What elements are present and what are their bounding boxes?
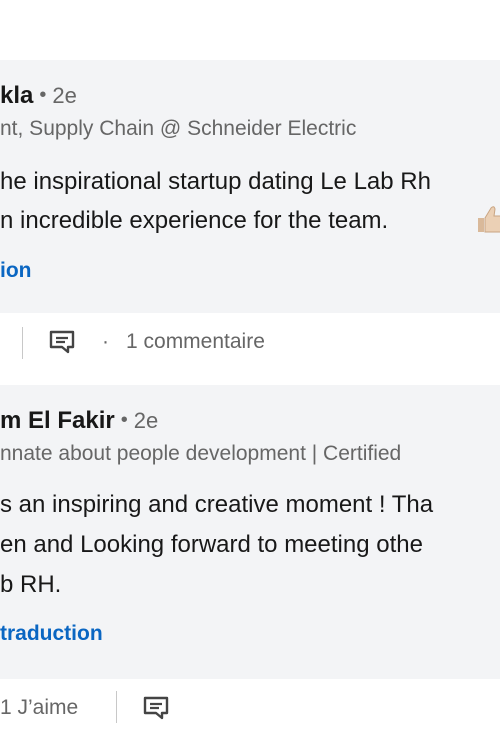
action-divider: [22, 327, 23, 359]
comment-author-row[interactable]: m El Fakir • 2e: [0, 407, 158, 435]
middle-dot: ·: [102, 330, 109, 353]
see-translation-link[interactable]: ion: [0, 259, 32, 283]
connection-degree: 2e: [133, 408, 159, 433]
like-count-link[interactable]: 1 J’aime: [0, 696, 78, 720]
comment-text-line: n incredible experience for the team.: [0, 207, 389, 234]
action-divider: [116, 691, 117, 723]
comment-text-line: b RH.: [0, 571, 62, 598]
comment-actions: 1 J’aime: [0, 679, 500, 739]
comment-bubble-icon[interactable]: [143, 696, 169, 720]
thumbs-up-emoji-icon: [478, 206, 500, 233]
comment-card: m El Fakir • 2e nnate about people develop…: [0, 385, 500, 679]
see-translation-link[interactable]: traduction: [0, 622, 103, 646]
bullet-separator: •: [39, 84, 47, 106]
comment-author-name[interactable]: kla: [0, 82, 33, 109]
comment-text-line: he inspirational startup dating Le Lab R…: [0, 168, 431, 195]
author-headline: nt, Supply Chain @ Schneider Electric: [0, 117, 357, 140]
comment-author-row[interactable]: kla • 2e: [0, 82, 77, 110]
bullet-separator: •: [120, 409, 128, 431]
comment-author-name[interactable]: m El Fakir: [0, 407, 115, 434]
connection-degree: 2e: [52, 83, 77, 108]
comment-text-line: s an inspiring and creative moment ! Tha: [0, 491, 434, 518]
comment-bubble-icon[interactable]: [49, 330, 75, 354]
author-headline: nnate about people development | Certifi…: [0, 442, 402, 465]
comment-card: kla • 2e nt, Supply Chain @ Schneider Elec…: [0, 60, 500, 313]
comment-text-line: en and Looking forward to meeting othe: [0, 531, 423, 558]
reply-count-link[interactable]: 1 commentaire: [126, 330, 265, 354]
comment-actions: · 1 commentaire: [0, 313, 500, 373]
